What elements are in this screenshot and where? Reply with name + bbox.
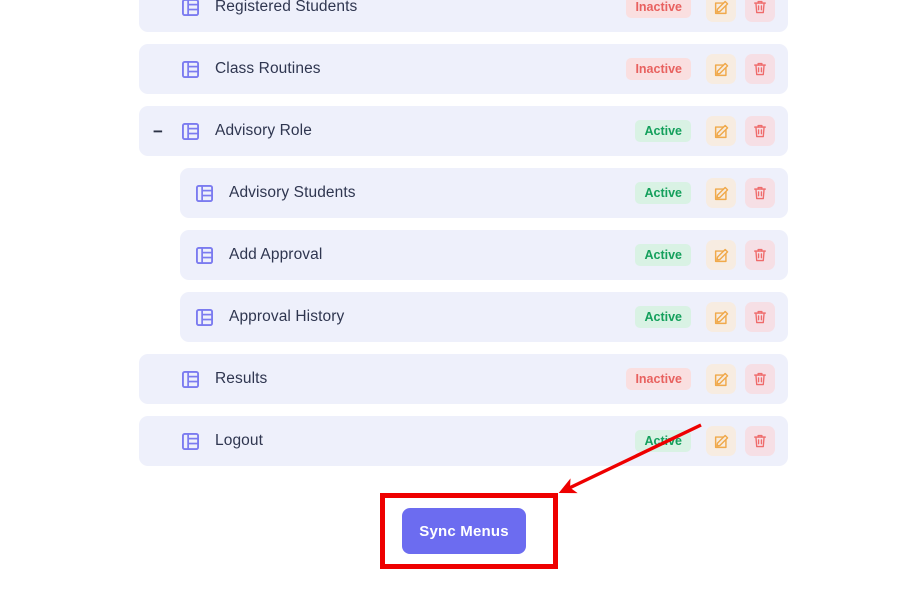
- menu-row[interactable]: Logout Active: [139, 416, 788, 466]
- menu-row[interactable]: − Advisory Role Active: [139, 106, 788, 156]
- status-badge: Inactive: [626, 367, 691, 391]
- table-icon: [182, 122, 199, 140]
- row-actions: [706, 178, 775, 208]
- menu-row[interactable]: Advisory Students Active: [180, 168, 788, 218]
- delete-menu-button[interactable]: [745, 116, 775, 146]
- delete-menu-button[interactable]: [745, 364, 775, 394]
- menu-row-label: Registered Students: [215, 0, 358, 15]
- edit-menu-button[interactable]: [706, 54, 736, 84]
- edit-menu-button[interactable]: [706, 426, 736, 456]
- status-badge: Inactive: [626, 57, 691, 81]
- edit-pencil-icon: [714, 62, 728, 76]
- menu-row-label: Add Approval: [229, 246, 323, 263]
- row-actions: [706, 0, 775, 22]
- edit-menu-button[interactable]: [706, 178, 736, 208]
- edit-menu-button[interactable]: [706, 302, 736, 332]
- trash-icon: [754, 186, 766, 200]
- edit-menu-button[interactable]: [706, 364, 736, 394]
- delete-menu-button[interactable]: [745, 426, 775, 456]
- status-badge: Active: [635, 429, 691, 453]
- row-actions: [706, 302, 775, 332]
- menu-row[interactable]: Registered Students Inactive: [139, 0, 788, 32]
- status-badge: Active: [635, 305, 691, 329]
- table-icon: [182, 370, 199, 388]
- row-actions: [706, 54, 775, 84]
- menu-row-label: Results: [215, 370, 268, 387]
- menu-row[interactable]: Results Inactive: [139, 354, 788, 404]
- delete-menu-button[interactable]: [745, 0, 775, 22]
- table-icon: [182, 60, 199, 78]
- table-icon: [196, 308, 213, 326]
- status-badge: Active: [635, 243, 691, 267]
- trash-icon: [754, 248, 766, 262]
- row-actions: [706, 240, 775, 270]
- delete-menu-button[interactable]: [745, 54, 775, 84]
- trash-icon: [754, 124, 766, 138]
- trash-icon: [754, 0, 766, 14]
- table-icon: [182, 432, 199, 450]
- menu-items-list: Registered Students Inactive Class Routine…: [139, 0, 788, 478]
- table-icon: [196, 246, 213, 264]
- menu-row-label: Advisory Students: [229, 184, 356, 201]
- sync-menus-region: Sync Menus: [380, 493, 558, 569]
- row-actions: [706, 364, 775, 394]
- menu-row[interactable]: Approval History Active: [180, 292, 788, 342]
- status-badge: Inactive: [626, 0, 691, 19]
- row-actions: [706, 116, 775, 146]
- table-icon: [196, 184, 213, 202]
- status-badge: Active: [635, 119, 691, 143]
- edit-pencil-icon: [714, 310, 728, 324]
- menu-manager-page: Registered Students Inactive Class Routine…: [0, 0, 911, 599]
- menu-row-label: Class Routines: [215, 60, 321, 77]
- table-icon: [182, 0, 199, 16]
- edit-menu-button[interactable]: [706, 0, 736, 22]
- menu-row-label: Approval History: [229, 308, 345, 325]
- delete-menu-button[interactable]: [745, 178, 775, 208]
- row-actions: [706, 426, 775, 456]
- edit-menu-button[interactable]: [706, 240, 736, 270]
- trash-icon: [754, 310, 766, 324]
- sync-menus-button[interactable]: Sync Menus: [402, 508, 526, 554]
- menu-row-label: Logout: [215, 432, 264, 449]
- trash-icon: [754, 372, 766, 386]
- delete-menu-button[interactable]: [745, 302, 775, 332]
- edit-menu-button[interactable]: [706, 116, 736, 146]
- edit-pencil-icon: [714, 0, 728, 14]
- delete-menu-button[interactable]: [745, 240, 775, 270]
- trash-icon: [754, 62, 766, 76]
- edit-pencil-icon: [714, 124, 728, 138]
- collapse-minus-icon[interactable]: −: [151, 123, 165, 140]
- edit-pencil-icon: [714, 186, 728, 200]
- menu-row-label: Advisory Role: [215, 122, 312, 139]
- edit-pencil-icon: [714, 248, 728, 262]
- menu-row[interactable]: Class Routines Inactive: [139, 44, 788, 94]
- edit-pencil-icon: [714, 372, 728, 386]
- trash-icon: [754, 434, 766, 448]
- edit-pencil-icon: [714, 434, 728, 448]
- status-badge: Active: [635, 181, 691, 205]
- menu-row[interactable]: Add Approval Active: [180, 230, 788, 280]
